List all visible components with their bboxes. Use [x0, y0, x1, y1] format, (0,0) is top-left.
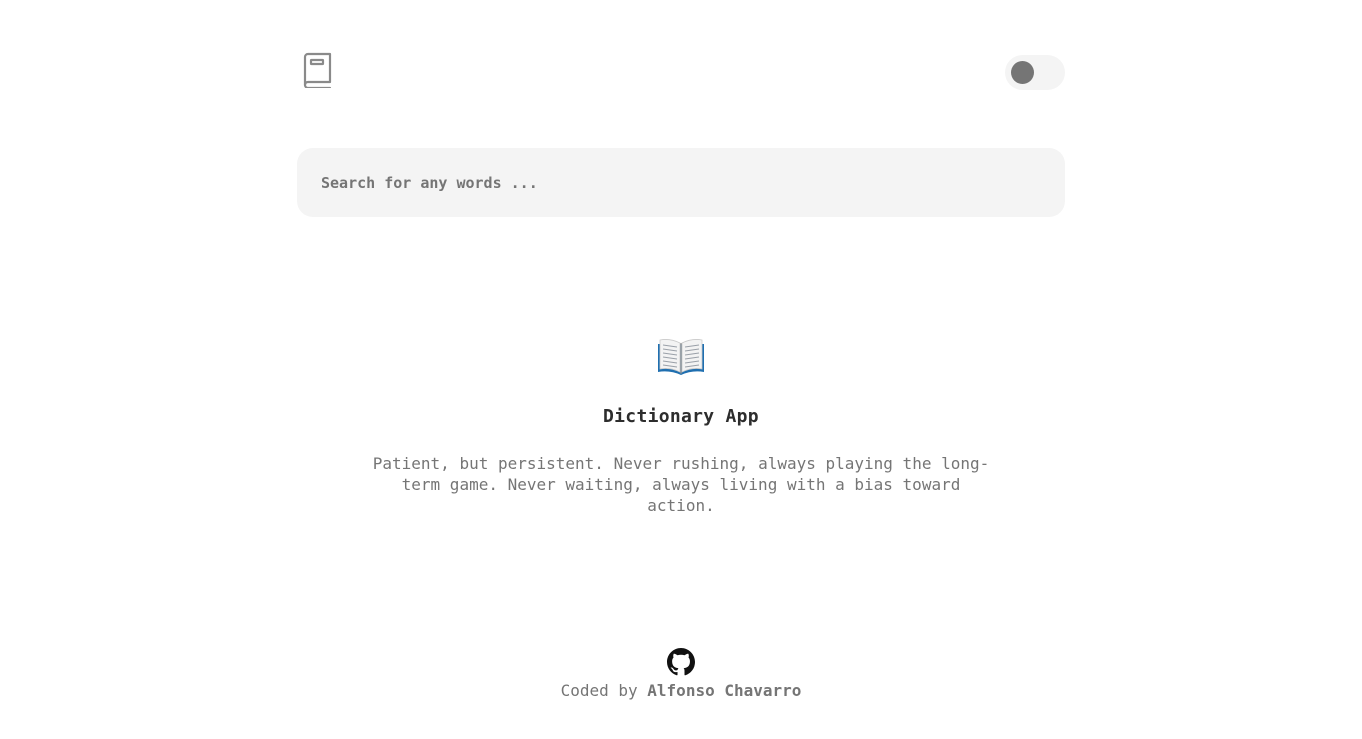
- hero-description: Patient, but persistent. Never rushing, …: [372, 454, 990, 515]
- credit-prefix: Coded by: [560, 681, 638, 700]
- search-box: [297, 148, 1065, 217]
- page: Dictionary App Patient, but persistent. …: [0, 0, 1362, 739]
- theme-toggle[interactable]: [1005, 55, 1065, 90]
- footer: Coded by Alfonso Chavarro: [0, 648, 1362, 702]
- credit-line: Coded by Alfonso Chavarro: [0, 680, 1362, 702]
- open-book-icon: [656, 334, 706, 378]
- github-icon[interactable]: [667, 648, 695, 676]
- search-input[interactable]: [297, 148, 1065, 217]
- empty-state: Dictionary App Patient, but persistent. …: [0, 334, 1362, 516]
- book-icon[interactable]: [301, 52, 335, 90]
- hero-title: Dictionary App: [603, 406, 759, 427]
- author-link[interactable]: Alfonso Chavarro: [647, 681, 801, 700]
- toggle-knob: [1011, 61, 1034, 84]
